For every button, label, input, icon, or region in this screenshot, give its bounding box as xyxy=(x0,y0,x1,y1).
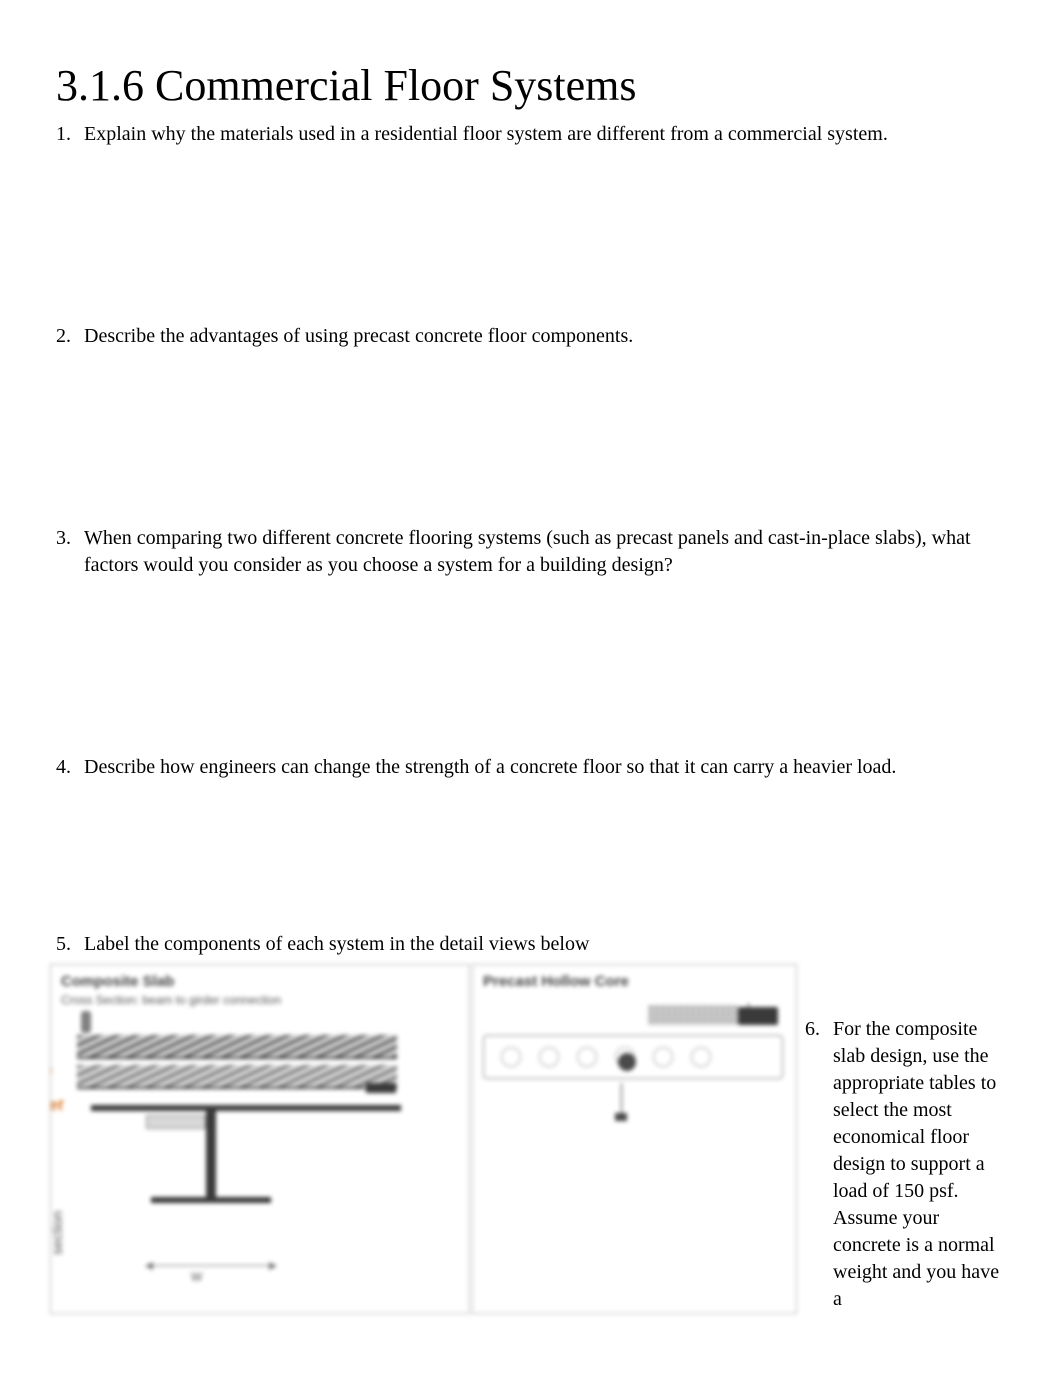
question-6: 6. For the composite slab design, use th… xyxy=(797,1016,1062,1313)
slab-top-hatch xyxy=(77,1035,397,1057)
question-4-text: Describe how engineers can change the st… xyxy=(84,754,1006,781)
diagram-right-title: Precast Hollow Core xyxy=(483,973,629,990)
diagram-left-subtitle: Cross Section: beam to girder connection xyxy=(61,993,281,1007)
leader-line xyxy=(621,1083,622,1115)
dimension-line xyxy=(146,1265,276,1266)
vertical-label: section xyxy=(50,1210,65,1254)
composite-slab-diagram: Composite Slab Cross Section: beam to gi… xyxy=(50,964,470,1314)
question-3-number: 3. xyxy=(56,525,84,552)
girder-flange-top xyxy=(91,1105,401,1111)
diagram-left-title: Composite Slab xyxy=(61,973,174,990)
core-holes xyxy=(501,1047,711,1067)
girder-flange-bottom xyxy=(151,1197,271,1203)
deck-line-2 xyxy=(77,1087,397,1089)
girder-web xyxy=(206,1111,216,1197)
question-list: 1. Explain why the materials used in a r… xyxy=(56,121,1006,958)
precast-hollow-core-diagram: Precast Hollow Core xyxy=(472,964,797,1314)
question-1-number: 1. xyxy=(56,121,84,148)
question-2: 2. Describe the advantages of using prec… xyxy=(56,323,1006,350)
stud-icon xyxy=(81,1011,91,1033)
leader-end xyxy=(615,1113,627,1121)
question-5: 5. Label the components of each system i… xyxy=(56,931,1006,958)
question-2-number: 2. xyxy=(56,323,84,350)
question-5-text: Label the components of each system in t… xyxy=(84,931,1006,958)
orange-label-2: Beam xyxy=(50,1063,53,1081)
grout-key xyxy=(738,1007,778,1025)
question-3: 3. When comparing two different concrete… xyxy=(56,525,1006,579)
question-4-number: 4. xyxy=(56,754,84,781)
question-2-text: Describe the advantages of using precast… xyxy=(84,323,1006,350)
connection-plate xyxy=(146,1115,206,1129)
dimension-text: W xyxy=(191,1270,202,1284)
question-5-number: 5. xyxy=(56,931,84,958)
orange-label-3: Gusset xyxy=(50,1097,63,1115)
slab-bottom-hatch xyxy=(77,1065,397,1087)
callout-line xyxy=(748,1003,749,1013)
diagrams-row: Composite Slab Cross Section: beam to gi… xyxy=(0,964,1062,1314)
question-4: 4. Describe how engineers can change the… xyxy=(56,754,1006,781)
deck-end-cap xyxy=(366,1083,396,1093)
deck-line-1 xyxy=(77,1057,397,1059)
page-title: 3.1.6 Commercial Floor Systems xyxy=(56,60,1006,113)
center-mark xyxy=(618,1053,636,1071)
question-3-text: When comparing two different concrete fl… xyxy=(84,525,1006,579)
question-6-number: 6. xyxy=(805,1016,833,1043)
topping-hatch xyxy=(648,1005,738,1025)
question-1-text: Explain why the materials used in a resi… xyxy=(84,121,1006,148)
question-6-text: For the composite slab design, use the a… xyxy=(833,1016,1002,1313)
question-1: 1. Explain why the materials used in a r… xyxy=(56,121,1006,148)
